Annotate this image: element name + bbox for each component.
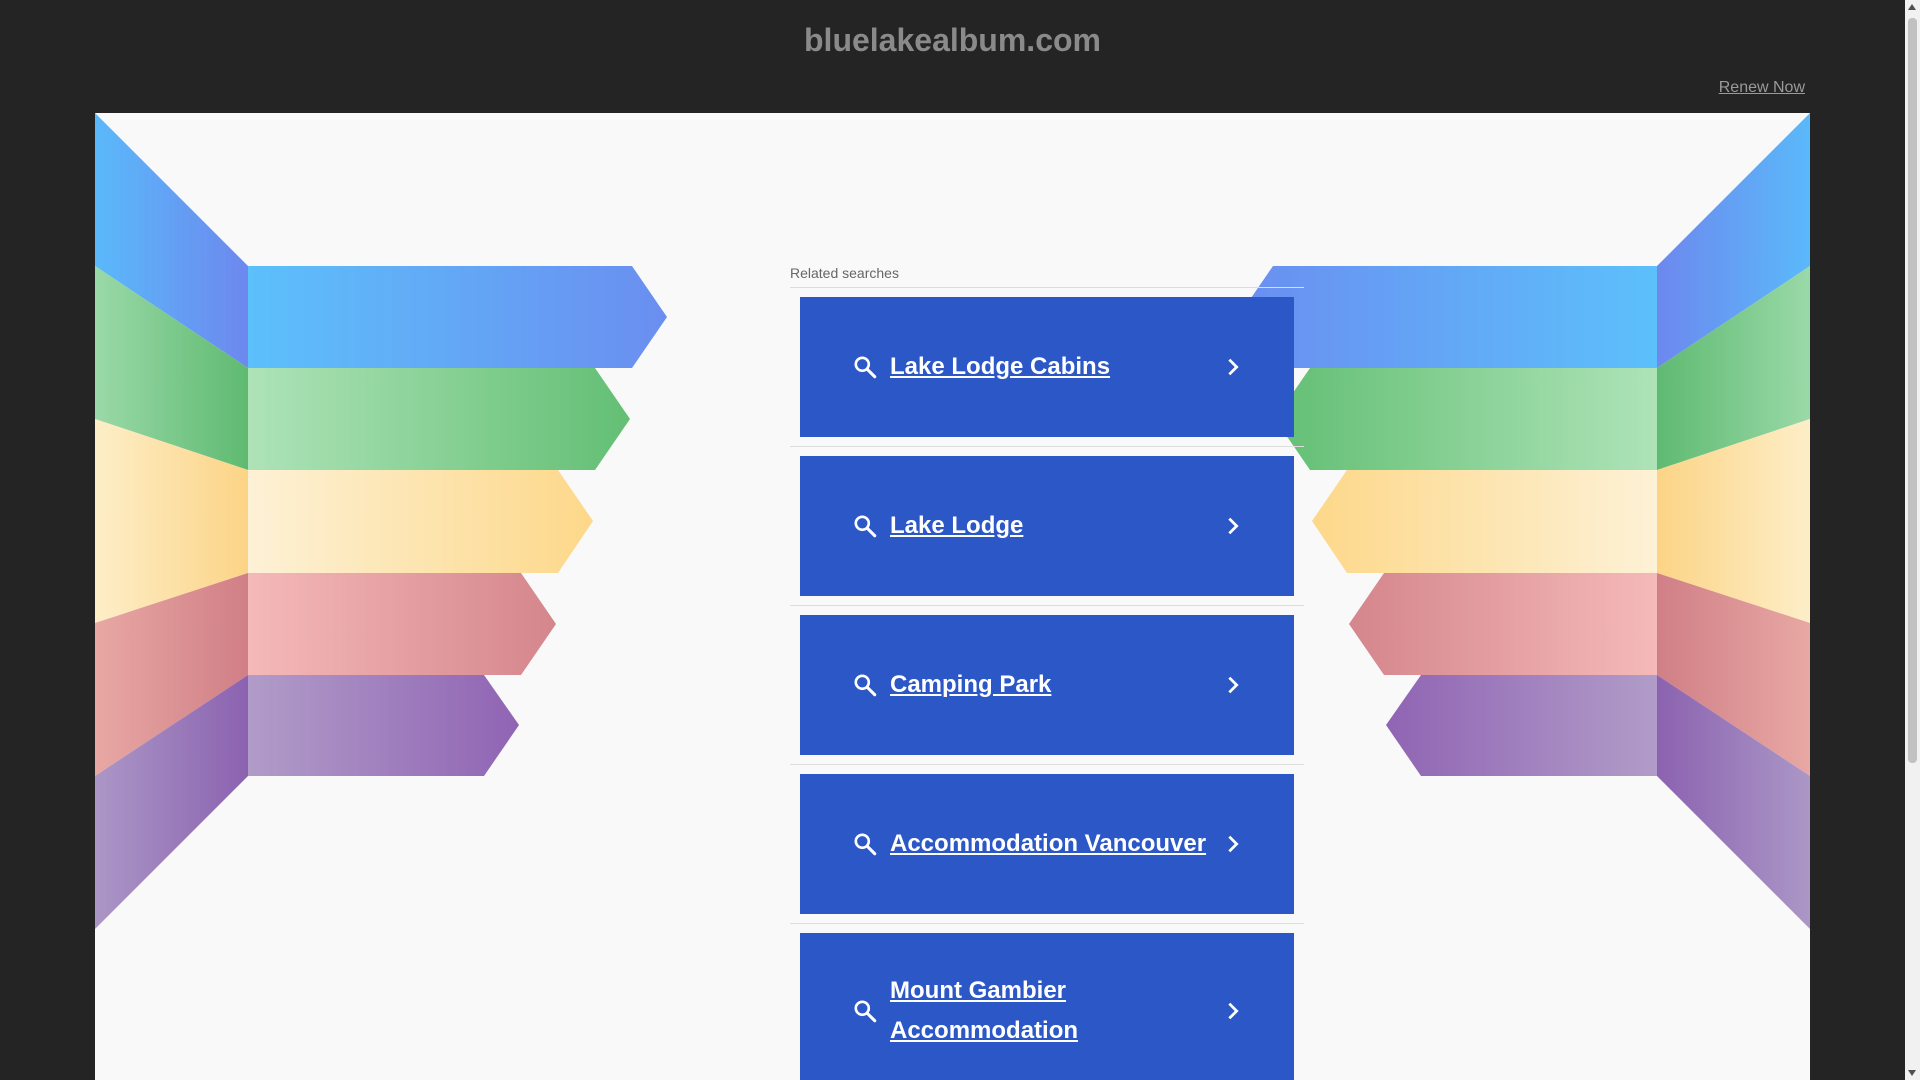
chevron-right-icon <box>1228 517 1239 535</box>
scroll-down-arrow-icon[interactable] <box>1908 1070 1916 1076</box>
search-icon <box>854 356 877 379</box>
arrow-stripe-pink <box>1349 573 1657 675</box>
decorative-stripes-left <box>95 113 667 929</box>
list-item: Lake Lodge <box>790 447 1304 606</box>
related-search-label[interactable]: Lake Lodge <box>890 506 1212 546</box>
chevron-right-icon <box>1228 835 1239 853</box>
related-searches-heading: Related searches <box>790 265 899 281</box>
arrow-stripe-blue <box>248 266 667 368</box>
renew-now-link[interactable]: Renew Now <box>1719 79 1805 97</box>
arrow-stripe-purple <box>248 675 519 776</box>
related-search-label[interactable]: Mount Gambier Accommodation <box>890 971 1212 1051</box>
related-search-button[interactable]: Camping Park <box>800 615 1294 755</box>
arrow-stripe-purple <box>1386 675 1657 776</box>
related-search-button[interactable]: Accommodation Vancouver <box>800 774 1294 914</box>
related-searches-list: Lake Lodge Cabins Lake Lodge Camping Par… <box>790 288 1304 1080</box>
search-icon <box>854 674 877 697</box>
related-search-button[interactable]: Lake Lodge Cabins <box>800 297 1294 437</box>
related-search-label[interactable]: Lake Lodge Cabins <box>890 347 1212 387</box>
site-title: bluelakealbum.com <box>804 22 1101 58</box>
chevron-right-icon <box>1228 358 1239 376</box>
search-icon <box>854 999 877 1022</box>
related-search-button[interactable]: Mount Gambier Accommodation <box>800 933 1294 1080</box>
list-item: Mount Gambier Accommodation <box>790 924 1304 1080</box>
vertical-scrollbar[interactable] <box>1905 0 1920 1080</box>
related-search-label[interactable]: Camping Park <box>890 665 1212 705</box>
main-panel: Related searches Lake Lodge Cabins Lake … <box>95 113 1810 1080</box>
arrow-stripe-yellow <box>248 470 593 573</box>
related-search-button[interactable]: Lake Lodge <box>800 456 1294 596</box>
chevron-right-icon <box>1228 676 1239 694</box>
list-item: Lake Lodge Cabins <box>790 288 1304 447</box>
search-icon <box>854 515 877 538</box>
arrow-stripe-green <box>248 368 630 470</box>
scroll-up-arrow-icon[interactable] <box>1908 4 1916 10</box>
scrollbar-thumb[interactable] <box>1908 18 1917 763</box>
search-icon <box>854 833 877 856</box>
list-item: Camping Park <box>790 606 1304 765</box>
arrow-stripe-pink <box>248 573 556 675</box>
related-search-label[interactable]: Accommodation Vancouver <box>890 824 1212 864</box>
chevron-right-icon <box>1228 1002 1239 1019</box>
arrow-stripe-green <box>1275 368 1657 470</box>
arrow-stripe-yellow <box>1312 470 1657 573</box>
list-item: Accommodation Vancouver <box>790 765 1304 924</box>
